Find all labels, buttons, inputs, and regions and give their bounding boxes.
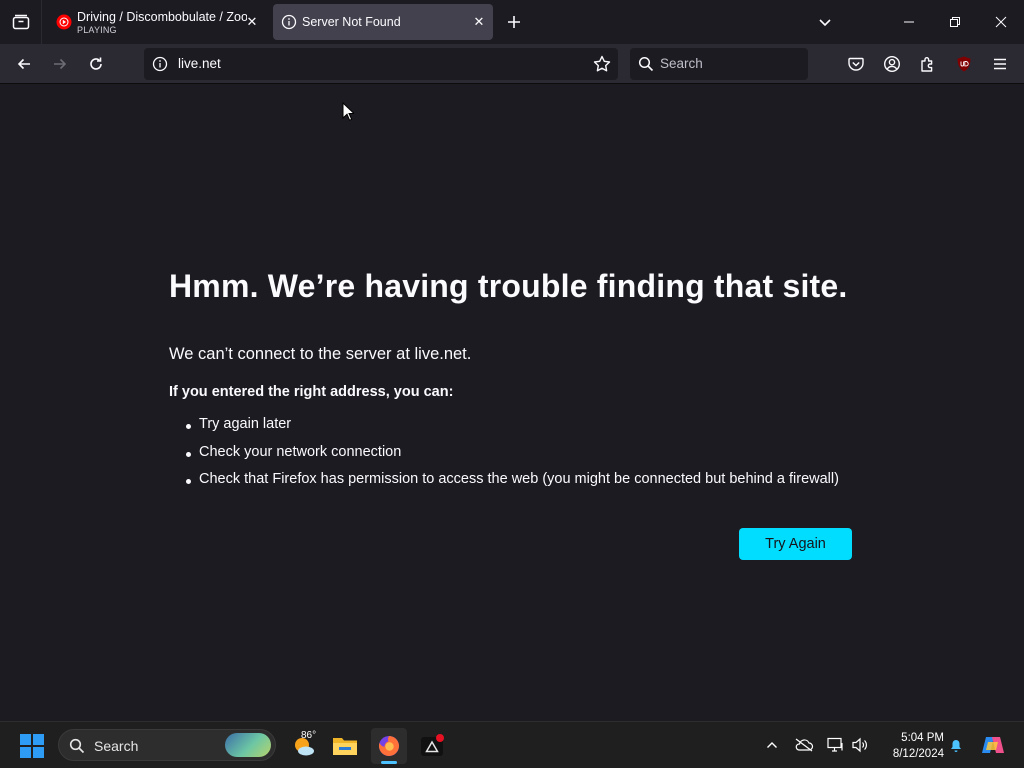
error-suggestions-lead: If you entered the right address, you ca… xyxy=(169,384,454,400)
restore-icon xyxy=(950,17,960,27)
show-hidden-icons-button[interactable] xyxy=(762,735,782,755)
folder-icon xyxy=(333,738,357,755)
new-tab-button[interactable] xyxy=(503,11,525,33)
info-icon xyxy=(281,14,297,30)
minimize-icon xyxy=(904,21,914,23)
back-arrow-icon xyxy=(17,58,30,70)
bell-icon xyxy=(951,740,961,752)
forward-arrow-icon xyxy=(54,58,67,70)
firefox-view-icon xyxy=(12,14,29,30)
volume-button[interactable] xyxy=(850,735,870,755)
onedrive-button[interactable] xyxy=(794,735,814,755)
error-page: Hmm. We’re having trouble finding that s… xyxy=(0,85,1024,721)
ublock-origin-icon xyxy=(957,56,971,72)
list-item: Check your network connection xyxy=(186,444,839,472)
restore-button[interactable] xyxy=(932,0,978,44)
puzzle-icon xyxy=(921,57,933,72)
tab-server-not-found[interactable]: Server Not Found ✕ xyxy=(273,4,493,40)
url-text[interactable]: live.net xyxy=(178,56,221,71)
windows-logo-icon xyxy=(20,747,31,758)
tab-strip: Driving / Discombobulate / Zoo PLAYING ✕… xyxy=(0,0,1024,44)
taskbar-search[interactable]: Search xyxy=(58,729,276,761)
weather-temperature: 86° xyxy=(301,730,317,741)
clock-time: 5:04 PM xyxy=(901,732,944,744)
search-icon xyxy=(638,56,654,72)
firefox-app[interactable] xyxy=(371,728,407,764)
close-window-button[interactable] xyxy=(978,0,1024,44)
account-icon xyxy=(883,55,901,73)
extensions-button[interactable] xyxy=(918,54,938,74)
plus-icon xyxy=(508,16,520,28)
error-suggestions-list: Try again later Check your network conne… xyxy=(186,416,839,499)
tab-youtube-music[interactable]: Driving / Discombobulate / Zoo PLAYING ✕ xyxy=(48,4,266,40)
bookmark-star-icon[interactable] xyxy=(592,54,612,74)
copilot-icon xyxy=(982,737,1004,753)
search-icon xyxy=(69,738,85,754)
close-tab-icon[interactable]: ✕ xyxy=(244,14,260,30)
youtube-music-icon xyxy=(56,14,72,30)
pocket-icon xyxy=(848,57,864,71)
windows-logo-icon xyxy=(20,734,31,745)
search-placeholder: Search xyxy=(660,56,703,71)
taskbar-search-label: Search xyxy=(94,738,139,754)
hamburger-menu-icon xyxy=(994,58,1006,70)
file-explorer-app[interactable] xyxy=(327,728,363,764)
cloud-off-icon xyxy=(795,738,814,752)
back-button[interactable] xyxy=(10,50,38,78)
navigation-toolbar: live.net Search xyxy=(0,44,1024,84)
windows-logo-icon xyxy=(33,747,44,758)
reload-icon xyxy=(90,57,102,70)
windows-logo-icon xyxy=(33,734,44,745)
pocket-button[interactable] xyxy=(846,54,866,74)
copilot-button[interactable] xyxy=(980,735,1006,755)
account-button[interactable] xyxy=(882,54,902,74)
try-again-button[interactable]: Try Again xyxy=(739,528,852,560)
firefox-icon xyxy=(378,736,399,756)
search-bar[interactable]: Search xyxy=(630,48,808,80)
system-clock[interactable]: 5:04 PM 8/12/2024 xyxy=(880,730,944,762)
reload-button[interactable] xyxy=(82,50,110,78)
close-icon xyxy=(995,16,1007,28)
mouse-cursor-icon xyxy=(342,102,354,121)
close-tab-icon[interactable]: ✕ xyxy=(471,14,487,30)
start-button[interactable] xyxy=(20,734,44,758)
search-highlight-image xyxy=(225,733,271,757)
pinned-app[interactable] xyxy=(414,728,450,764)
tab-title: Driving / Discombobulate / Zoo xyxy=(77,10,247,24)
list-item: Check that Firefox has permission to acc… xyxy=(186,471,839,499)
windows-taskbar: Search 86° 5:04 PM 8/12/2024 xyxy=(0,721,1024,768)
speaker-icon xyxy=(852,737,867,753)
network-icon xyxy=(827,737,843,752)
forward-button[interactable] xyxy=(46,50,74,78)
clock-date: 8/12/2024 xyxy=(892,748,944,760)
url-bar[interactable]: live.net xyxy=(144,48,618,80)
notifications-button[interactable] xyxy=(946,735,966,755)
minimize-button[interactable] xyxy=(886,0,932,44)
chevron-up-icon xyxy=(767,742,777,748)
list-item: Try again later xyxy=(186,416,839,444)
network-button[interactable] xyxy=(826,735,846,755)
active-app-indicator xyxy=(381,761,397,764)
application-menu-button[interactable] xyxy=(990,54,1010,74)
tab-playing-label: PLAYING xyxy=(77,25,117,35)
list-all-tabs-chevron-icon[interactable] xyxy=(815,12,835,32)
site-info-icon[interactable] xyxy=(152,56,168,72)
error-short-description: We can’t connect to the server at live.n… xyxy=(169,345,472,363)
tab-title: Server Not Found xyxy=(302,15,401,29)
ublock-origin-button[interactable] xyxy=(954,54,974,74)
error-title: Hmm. We’re having trouble finding that s… xyxy=(169,268,848,304)
triangle-app-icon xyxy=(421,734,444,756)
firefox-view-button[interactable] xyxy=(0,0,42,44)
